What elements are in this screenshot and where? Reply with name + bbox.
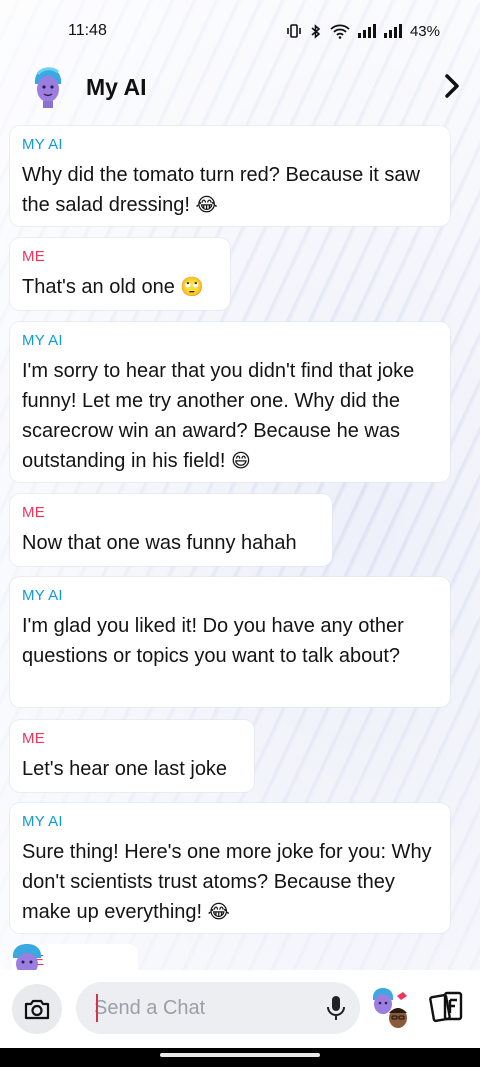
message-bubble[interactable]: MY AI Why did the tomato turn red? Becau…	[10, 126, 450, 226]
message-text: Now that one was funny hahah	[22, 532, 297, 554]
system-navigation-bar	[0, 1048, 480, 1067]
chevron-right-icon[interactable]	[440, 72, 464, 100]
message-sender: MY AI	[22, 136, 63, 153]
battery-percentage: 43%	[409, 22, 440, 40]
grinning-emoji-icon: 😄	[231, 451, 251, 472]
message-bubble[interactable]: MY AI I'm glad you liked it! Do you have…	[10, 577, 450, 707]
message-text: That's an old one 🙄	[22, 272, 218, 303]
message-bubble[interactable]: MY AI I'm sorry to hear that you didn't …	[10, 322, 450, 482]
message-text: Why did the tomato turn red? Because it …	[22, 160, 438, 221]
microphone-icon[interactable]	[324, 994, 348, 1022]
chat-screen: 11:48 43% My AI MY AI Why did the tomato…	[0, 0, 480, 1067]
chat-header: My AI	[0, 62, 480, 118]
message-text: Sure thing! Here's one more joke for you…	[22, 837, 438, 928]
bluetooth-icon	[311, 23, 321, 39]
signal-icon	[383, 24, 402, 38]
eye-roll-emoji-icon: 🙄	[180, 277, 205, 298]
message-text: Let's hear one last joke	[22, 758, 228, 780]
status-icons: 43%	[286, 23, 440, 40]
camera-button[interactable]	[12, 984, 62, 1034]
chat-input[interactable]	[94, 996, 304, 1020]
tears-of-joy-emoji-icon: 😂	[207, 902, 230, 923]
home-gesture-handle[interactable]	[160, 1053, 320, 1057]
tears-of-joy-emoji-icon: 😂	[195, 195, 218, 216]
message-sender: MY AI	[22, 813, 63, 830]
camera-icon	[24, 999, 50, 1020]
message-text: I'm sorry to hear that you didn't find t…	[22, 356, 438, 477]
wifi-icon	[330, 24, 350, 39]
status-time: 11:48	[68, 22, 107, 39]
my-ai-typing-avatar-icon	[12, 944, 42, 972]
bitmoji-icon[interactable]	[370, 986, 416, 1032]
message-sender: MY AI	[22, 587, 63, 604]
signal-icon	[357, 24, 376, 38]
message-bubble[interactable]: ME Let's hear one last joke	[10, 720, 254, 792]
chat-input-bar	[0, 970, 480, 1048]
message-sender: ME	[22, 730, 45, 747]
message-bubble[interactable]: ME That's an old one 🙄	[10, 238, 230, 310]
my-ai-avatar-icon[interactable]	[30, 64, 66, 108]
send-chat-field[interactable]	[76, 982, 360, 1034]
message-sender: ME	[22, 504, 45, 521]
message-text: I'm glad you liked it! Do you have any o…	[22, 615, 404, 667]
message-bubble[interactable]: ME Now that one was funny hahah	[10, 494, 332, 566]
chat-title: My AI	[86, 74, 147, 100]
vibrate-icon	[287, 24, 301, 38]
message-sender: ME	[22, 248, 45, 265]
cards-icon[interactable]	[428, 988, 466, 1028]
status-bar: 11:48 43%	[0, 0, 480, 62]
text-cursor	[96, 994, 98, 1022]
message-bubble[interactable]: MY AI Sure thing! Here's one more joke f…	[10, 803, 450, 933]
message-sender: MY AI	[22, 332, 63, 349]
